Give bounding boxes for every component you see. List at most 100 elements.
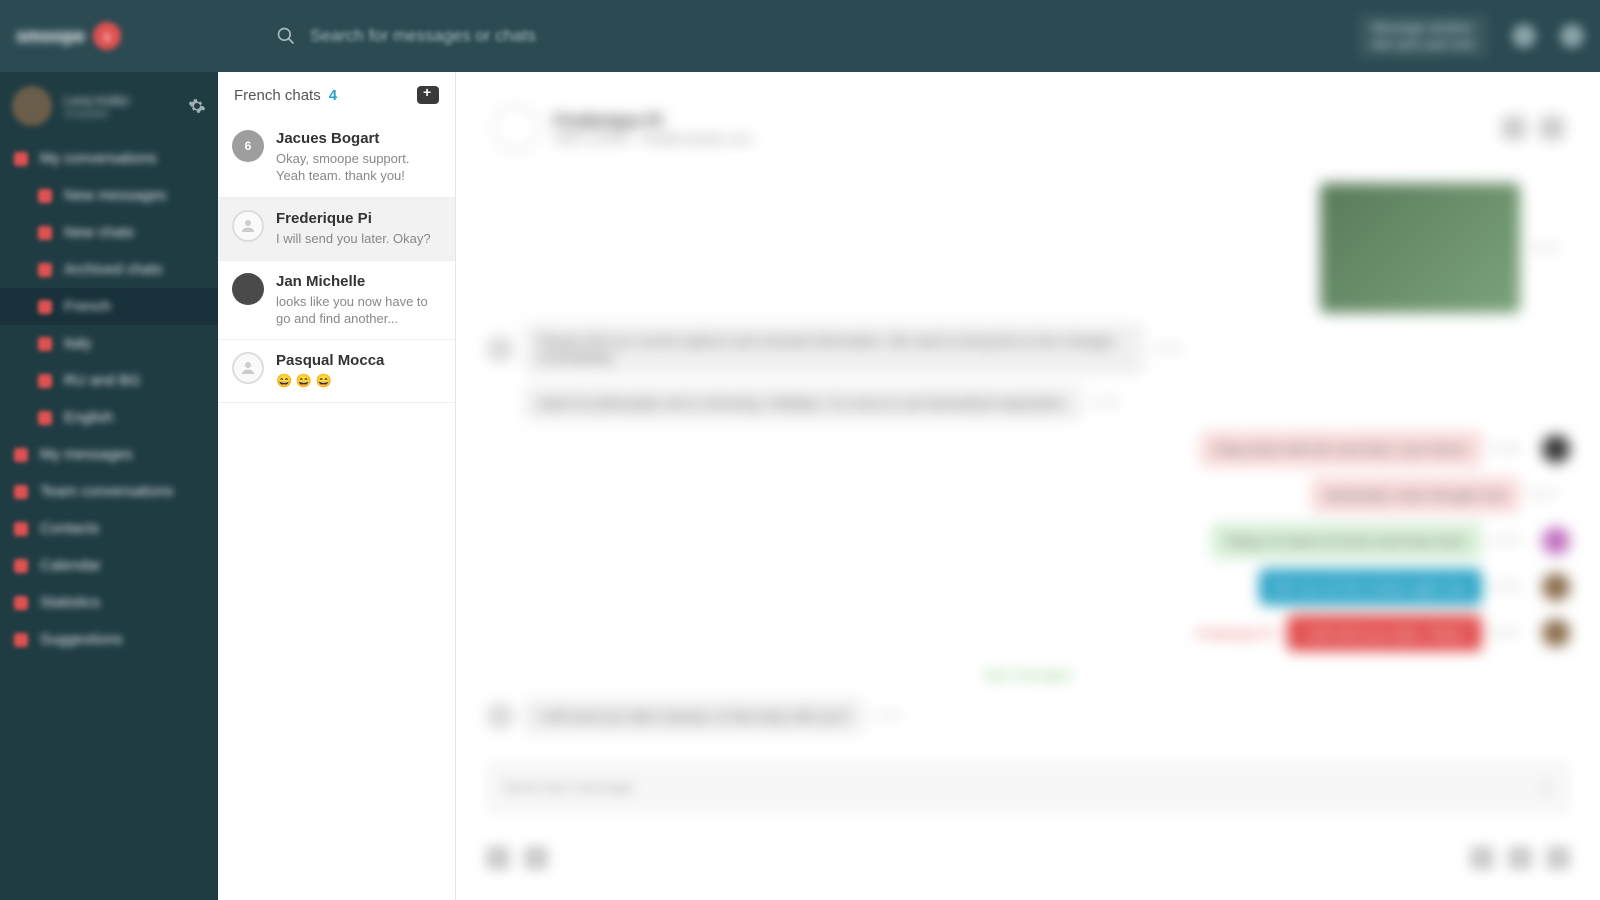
profile-presence: Available bbox=[64, 108, 130, 120]
nav-statistics[interactable]: Statistics bbox=[0, 584, 218, 621]
message-bubble: Today I'm back at home and have time. bbox=[1211, 523, 1482, 559]
nav-dot-icon bbox=[14, 633, 28, 647]
settings-icon[interactable] bbox=[1560, 24, 1584, 48]
chat-item-name: Jan Michelle bbox=[276, 273, 441, 290]
nav-archived-chats[interactable]: Archived chats bbox=[0, 251, 218, 288]
message-row: We can do the review right now 16:50 bbox=[486, 569, 1570, 605]
nav-ru-bg[interactable]: RU and BG bbox=[0, 362, 218, 399]
contact-avatar bbox=[492, 104, 540, 152]
message-bubble: I will send you later. Okay? bbox=[1287, 615, 1482, 651]
chat-item-name: Jacues Bogart bbox=[276, 130, 441, 147]
new-chat-button[interactable] bbox=[417, 86, 439, 104]
chat-item-name: Pasqual Mocca bbox=[276, 352, 441, 369]
chat-item-frederique[interactable]: Frederique Pi I will send you later. Oka… bbox=[218, 198, 455, 261]
nav-dot-icon bbox=[38, 411, 52, 425]
top-bar: smoope s Message window last sync just n… bbox=[0, 0, 1600, 72]
chat-list: French chats 4 6 Jacues Bogart Okay, smo… bbox=[218, 72, 456, 900]
nav-suggestions[interactable]: Suggestions bbox=[0, 621, 218, 658]
nav-sidebar: Lena Keller Available My conversations N… bbox=[0, 72, 218, 900]
send-icon[interactable] bbox=[1546, 846, 1570, 870]
message-time: 16:37 bbox=[1530, 489, 1570, 501]
message-bubble: Okay back with the real deal. Just check… bbox=[1200, 431, 1482, 467]
chat-list-title: French chats bbox=[234, 87, 321, 104]
message-row: 16:31 bbox=[486, 183, 1570, 313]
logo-badge-icon: s bbox=[93, 22, 121, 50]
nav-dot-icon bbox=[14, 485, 28, 499]
app-logo: smoope s bbox=[16, 22, 216, 50]
chat-list-count: 4 bbox=[329, 87, 337, 104]
chat-item-jan[interactable]: Jan Michelle looks like you now have to … bbox=[218, 261, 455, 341]
mic-icon[interactable] bbox=[1470, 846, 1494, 870]
unread-badge: 6 bbox=[232, 130, 264, 162]
composer-toolbar bbox=[486, 846, 1570, 870]
chat-item-name: Frederique Pi bbox=[276, 210, 441, 227]
message-time: 16:33 bbox=[1154, 343, 1194, 355]
nav-english[interactable]: English bbox=[0, 399, 218, 436]
message-bubble: Please find our current options and rene… bbox=[524, 323, 1144, 375]
image-icon[interactable] bbox=[524, 846, 548, 870]
message-bubble: starts its philosophy we're removing. Ho… bbox=[524, 385, 1082, 421]
nav-dot-icon bbox=[38, 189, 52, 203]
nav-dot-icon bbox=[38, 263, 52, 277]
image-attachment[interactable] bbox=[1320, 183, 1520, 313]
sync-status: Message window last sync just now bbox=[1358, 14, 1488, 57]
emoji-icon[interactable]: ☺ bbox=[1539, 779, 1554, 796]
red-sender-label: Frederique Pi: bbox=[1196, 626, 1278, 641]
sender-avatar bbox=[1542, 573, 1570, 601]
sender-avatar bbox=[1542, 435, 1570, 463]
nav-contacts[interactable]: Contacts bbox=[0, 510, 218, 547]
chat-item-preview: Okay, smoope support. Yeah team. thank y… bbox=[276, 151, 441, 185]
message-composer[interactable]: Send new message ☺ bbox=[486, 760, 1570, 814]
sender-avatar bbox=[1542, 619, 1570, 647]
composer-placeholder: Send new message bbox=[502, 779, 634, 796]
message-time: 16:36 bbox=[1492, 443, 1532, 455]
nav-dot-icon bbox=[38, 300, 52, 314]
message-bubble: We can do the review right now bbox=[1259, 569, 1482, 605]
notifications-icon[interactable] bbox=[1512, 24, 1536, 48]
contact-phone: 0800 123456 bbox=[554, 131, 630, 146]
sender-avatar bbox=[486, 702, 514, 730]
avatar-icon bbox=[232, 273, 264, 305]
profile-avatar bbox=[12, 86, 52, 126]
nav-team-conversations[interactable]: Team conversations bbox=[0, 473, 218, 510]
message-row: I will send you later anyway. Is that ok… bbox=[486, 698, 1570, 734]
chat-item-preview: I will send you later. Okay? bbox=[276, 231, 441, 248]
brand-name: smoope bbox=[16, 26, 85, 47]
nav-dot-icon bbox=[14, 522, 28, 536]
profile-block[interactable]: Lena Keller Available bbox=[0, 72, 218, 140]
more-icon[interactable] bbox=[1540, 116, 1564, 140]
chat-item-preview: 😄 😄 😄 bbox=[276, 373, 441, 390]
nav-french[interactable]: French bbox=[0, 288, 218, 325]
search-input[interactable] bbox=[310, 26, 670, 46]
nav-dot-icon bbox=[14, 152, 28, 166]
attach-icon[interactable] bbox=[486, 846, 510, 870]
chat-item-pasqual[interactable]: Pasqual Mocca 😄 😄 😄 bbox=[218, 340, 455, 403]
template-icon[interactable] bbox=[1508, 846, 1532, 870]
nav-calendar[interactable]: Calendar bbox=[0, 547, 218, 584]
message-row: Okay back with the real deal. Just check… bbox=[486, 431, 1570, 467]
message-row: Today I'm back at home and have time. 16… bbox=[486, 523, 1570, 559]
star-icon[interactable] bbox=[1502, 116, 1526, 140]
nav-new-messages[interactable]: New messages bbox=[0, 177, 218, 214]
chat-list-header: French chats 4 bbox=[218, 72, 455, 118]
message-bubble: absolutely I also thought now bbox=[1311, 477, 1520, 513]
chat-item-preview: looks like you now have to go and find a… bbox=[276, 294, 441, 328]
avatar-icon bbox=[232, 352, 264, 384]
message-time: 16:45 bbox=[1492, 535, 1532, 547]
nav-italy[interactable]: Italy bbox=[0, 325, 218, 362]
nav-dot-icon bbox=[38, 337, 52, 351]
gear-icon[interactable] bbox=[188, 97, 206, 115]
message-time: 16:34 bbox=[1092, 397, 1132, 409]
chat-item-jacues[interactable]: 6 Jacues Bogart Okay, smoope support. Ye… bbox=[218, 118, 455, 198]
nav-new-chats[interactable]: New chats bbox=[0, 214, 218, 251]
message-bubble: I will send you later anyway. Is that ok… bbox=[524, 698, 864, 734]
sync-status-line2: last sync just now bbox=[1372, 36, 1474, 52]
message-time: 16:52 bbox=[1492, 627, 1532, 639]
message-time: 16:31 bbox=[1530, 242, 1570, 254]
nav-dot-icon bbox=[14, 448, 28, 462]
search-icon bbox=[276, 26, 296, 46]
nav-my-conversations[interactable]: My conversations bbox=[0, 140, 218, 177]
nav-my-messages[interactable]: My messages bbox=[0, 436, 218, 473]
message-time: 16:50 bbox=[1492, 581, 1532, 593]
contact-email: info@example.com bbox=[641, 131, 752, 146]
